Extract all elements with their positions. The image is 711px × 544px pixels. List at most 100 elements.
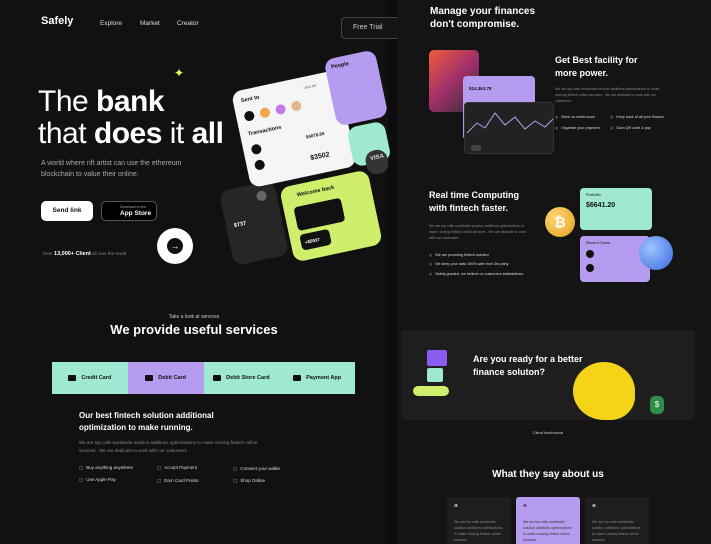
apple-pay-icon: ▢ xyxy=(79,477,84,482)
scroll-badge[interactable]: → xyxy=(157,228,193,264)
tab-payment-app[interactable]: Payment App xyxy=(279,362,355,394)
logo[interactable]: Safely xyxy=(41,15,73,27)
hero-title-part: The xyxy=(38,85,97,118)
facility-feature: ◎ Keep track of all your finance xyxy=(610,115,664,119)
wallet-icon: ▢ xyxy=(233,466,238,471)
title-line: Get Best facility for xyxy=(555,55,638,65)
services-title: We provide useful services xyxy=(110,322,278,337)
best-solution-title: Our best fintech solution additional opt… xyxy=(79,411,214,432)
send-link-button[interactable]: Send link xyxy=(41,201,93,221)
people-label: People xyxy=(330,61,350,71)
testimonial-card[interactable]: “ We are top calls worldwide solution ad… xyxy=(447,497,511,544)
feature-label: Organise your payment xyxy=(561,126,600,130)
feature-label: Shop Online xyxy=(240,478,266,483)
transaction-amount: $3502 xyxy=(309,151,331,163)
testimonial-title: What they say about us xyxy=(492,469,604,480)
arrow-right-icon: → xyxy=(167,238,183,254)
transaction-amount: $4078.84 xyxy=(305,130,325,140)
services-kicker: Take a look at services xyxy=(168,314,220,320)
store-card-icon xyxy=(213,375,222,381)
tab-label: Payment App xyxy=(306,375,342,381)
feature-label: Keep track of all your finance xyxy=(616,115,664,119)
feature-item: ▢ Shop Online xyxy=(233,478,265,484)
line-chart xyxy=(466,112,554,134)
balance-panel xyxy=(293,197,346,232)
transaction-icon xyxy=(253,158,266,171)
nav-creator[interactable]: Creator xyxy=(177,20,199,27)
card-chip-icon xyxy=(255,189,268,202)
check-icon: ◎ xyxy=(610,115,614,119)
tab-debit-store-card[interactable]: Debit Store Card xyxy=(203,362,280,394)
card-illustration xyxy=(427,350,447,366)
tab-credit-card[interactable]: Credit Card xyxy=(52,362,128,394)
portfolio-label: Portfolio xyxy=(586,192,601,197)
nav-explore[interactable]: Explore xyxy=(100,20,122,27)
facility-feature: ◎ Organise your payment xyxy=(555,126,600,130)
add-icon[interactable] xyxy=(243,110,256,122)
hand-illustration xyxy=(413,386,449,396)
clients-number: 13,000+ Client xyxy=(54,251,91,257)
wallet-icon xyxy=(293,375,302,381)
tab-debit-card[interactable]: Debit Card xyxy=(127,362,204,394)
app-store-button[interactable]: Download on the App Store xyxy=(101,201,157,221)
facility-title: Get Best facility for more power. xyxy=(555,54,638,80)
check-icon: ◎ xyxy=(555,115,559,119)
free-trial-button[interactable]: Free Trial xyxy=(341,17,401,39)
line-chart-card xyxy=(464,102,554,154)
feature-label: Work on credit score xyxy=(561,115,595,119)
feature-label: Buy anything anywhere xyxy=(86,465,134,470)
ethereum-icon xyxy=(639,236,673,270)
feature-item: ▢ Use Apple Pay xyxy=(79,477,116,483)
card-amount: $14,363.78 xyxy=(469,86,492,91)
facility-feature: ◎ Work on credit score xyxy=(555,115,595,119)
avatar[interactable] xyxy=(274,103,287,116)
clients-count: Over 13,000+ Client all over the world xyxy=(43,251,126,257)
compute-desc: We are top calls worldwide solution addi… xyxy=(429,224,527,240)
quote-icon: “ xyxy=(523,503,527,512)
feature-label: Connect your wallet xyxy=(240,466,280,471)
hero-title-part: that xyxy=(38,117,94,150)
check-icon: ◎ xyxy=(429,272,433,276)
tab-label: Credit Card xyxy=(81,375,112,381)
hero-title: The bank that does it all xyxy=(38,85,224,150)
shop-icon: ▢ xyxy=(233,478,238,483)
testimonial-card[interactable]: “ We are top calls worldwide solution ad… xyxy=(585,497,649,544)
title-line: Manage your finances xyxy=(430,6,536,17)
title-line: finance soluton? xyxy=(473,367,545,377)
portfolio-amount: $6641.20 xyxy=(586,202,616,209)
compute-feature: ◎ We are providing fintech solution xyxy=(429,253,489,257)
sent-to-label: Sent to xyxy=(240,94,260,105)
hero-subtitle: A world where nft artist can use the eth… xyxy=(41,160,182,178)
chart-tab[interactable] xyxy=(471,145,481,151)
check-icon: ◎ xyxy=(555,126,559,130)
testimonial-kicker: Client testimonial xyxy=(532,430,564,435)
tab-label: Debit Card xyxy=(158,375,187,381)
recent-label: Recent Trans xyxy=(586,240,610,245)
best-solution-desc: We are top calls worldwide solution addi… xyxy=(79,440,258,453)
title-line: Are you ready for a better xyxy=(473,354,583,364)
feature-item: ▢ Earn Card Points xyxy=(157,478,199,484)
bitcoin-icon: ₿ xyxy=(545,207,575,237)
chart-line xyxy=(466,112,554,134)
clients-suffix: all over the world xyxy=(90,251,127,256)
feature-label: Use Apple Pay xyxy=(86,477,116,482)
nav-market[interactable]: Market xyxy=(140,20,160,27)
money-bag-icon: $ xyxy=(650,396,664,414)
credit-card-icon xyxy=(68,375,77,381)
feature-item: ▢ Accept Payment xyxy=(157,465,197,471)
manage-title: Manage your finances don't compromise. xyxy=(430,5,535,31)
title-line: Real time Computing xyxy=(429,190,520,200)
feature-item: ▢ Connect your wallet xyxy=(233,466,280,472)
hero-title-part: it xyxy=(161,117,192,150)
avatar[interactable] xyxy=(259,106,271,119)
testimonial-card[interactable]: “ We are top calls worldwide solution ad… xyxy=(516,497,580,544)
debit-card-icon xyxy=(145,375,154,381)
facility-feature: ◎ Scan QR code & pay xyxy=(610,126,651,130)
transaction-icon xyxy=(586,264,594,272)
banner-title: Are you ready for a better finance solut… xyxy=(473,353,583,379)
compute-title: Real time Computing with fintech faster. xyxy=(429,189,519,215)
avatar[interactable] xyxy=(290,100,303,112)
transaction-icon xyxy=(250,143,263,156)
check-icon: ◎ xyxy=(429,262,433,266)
view-all-link[interactable]: View All xyxy=(303,84,316,90)
